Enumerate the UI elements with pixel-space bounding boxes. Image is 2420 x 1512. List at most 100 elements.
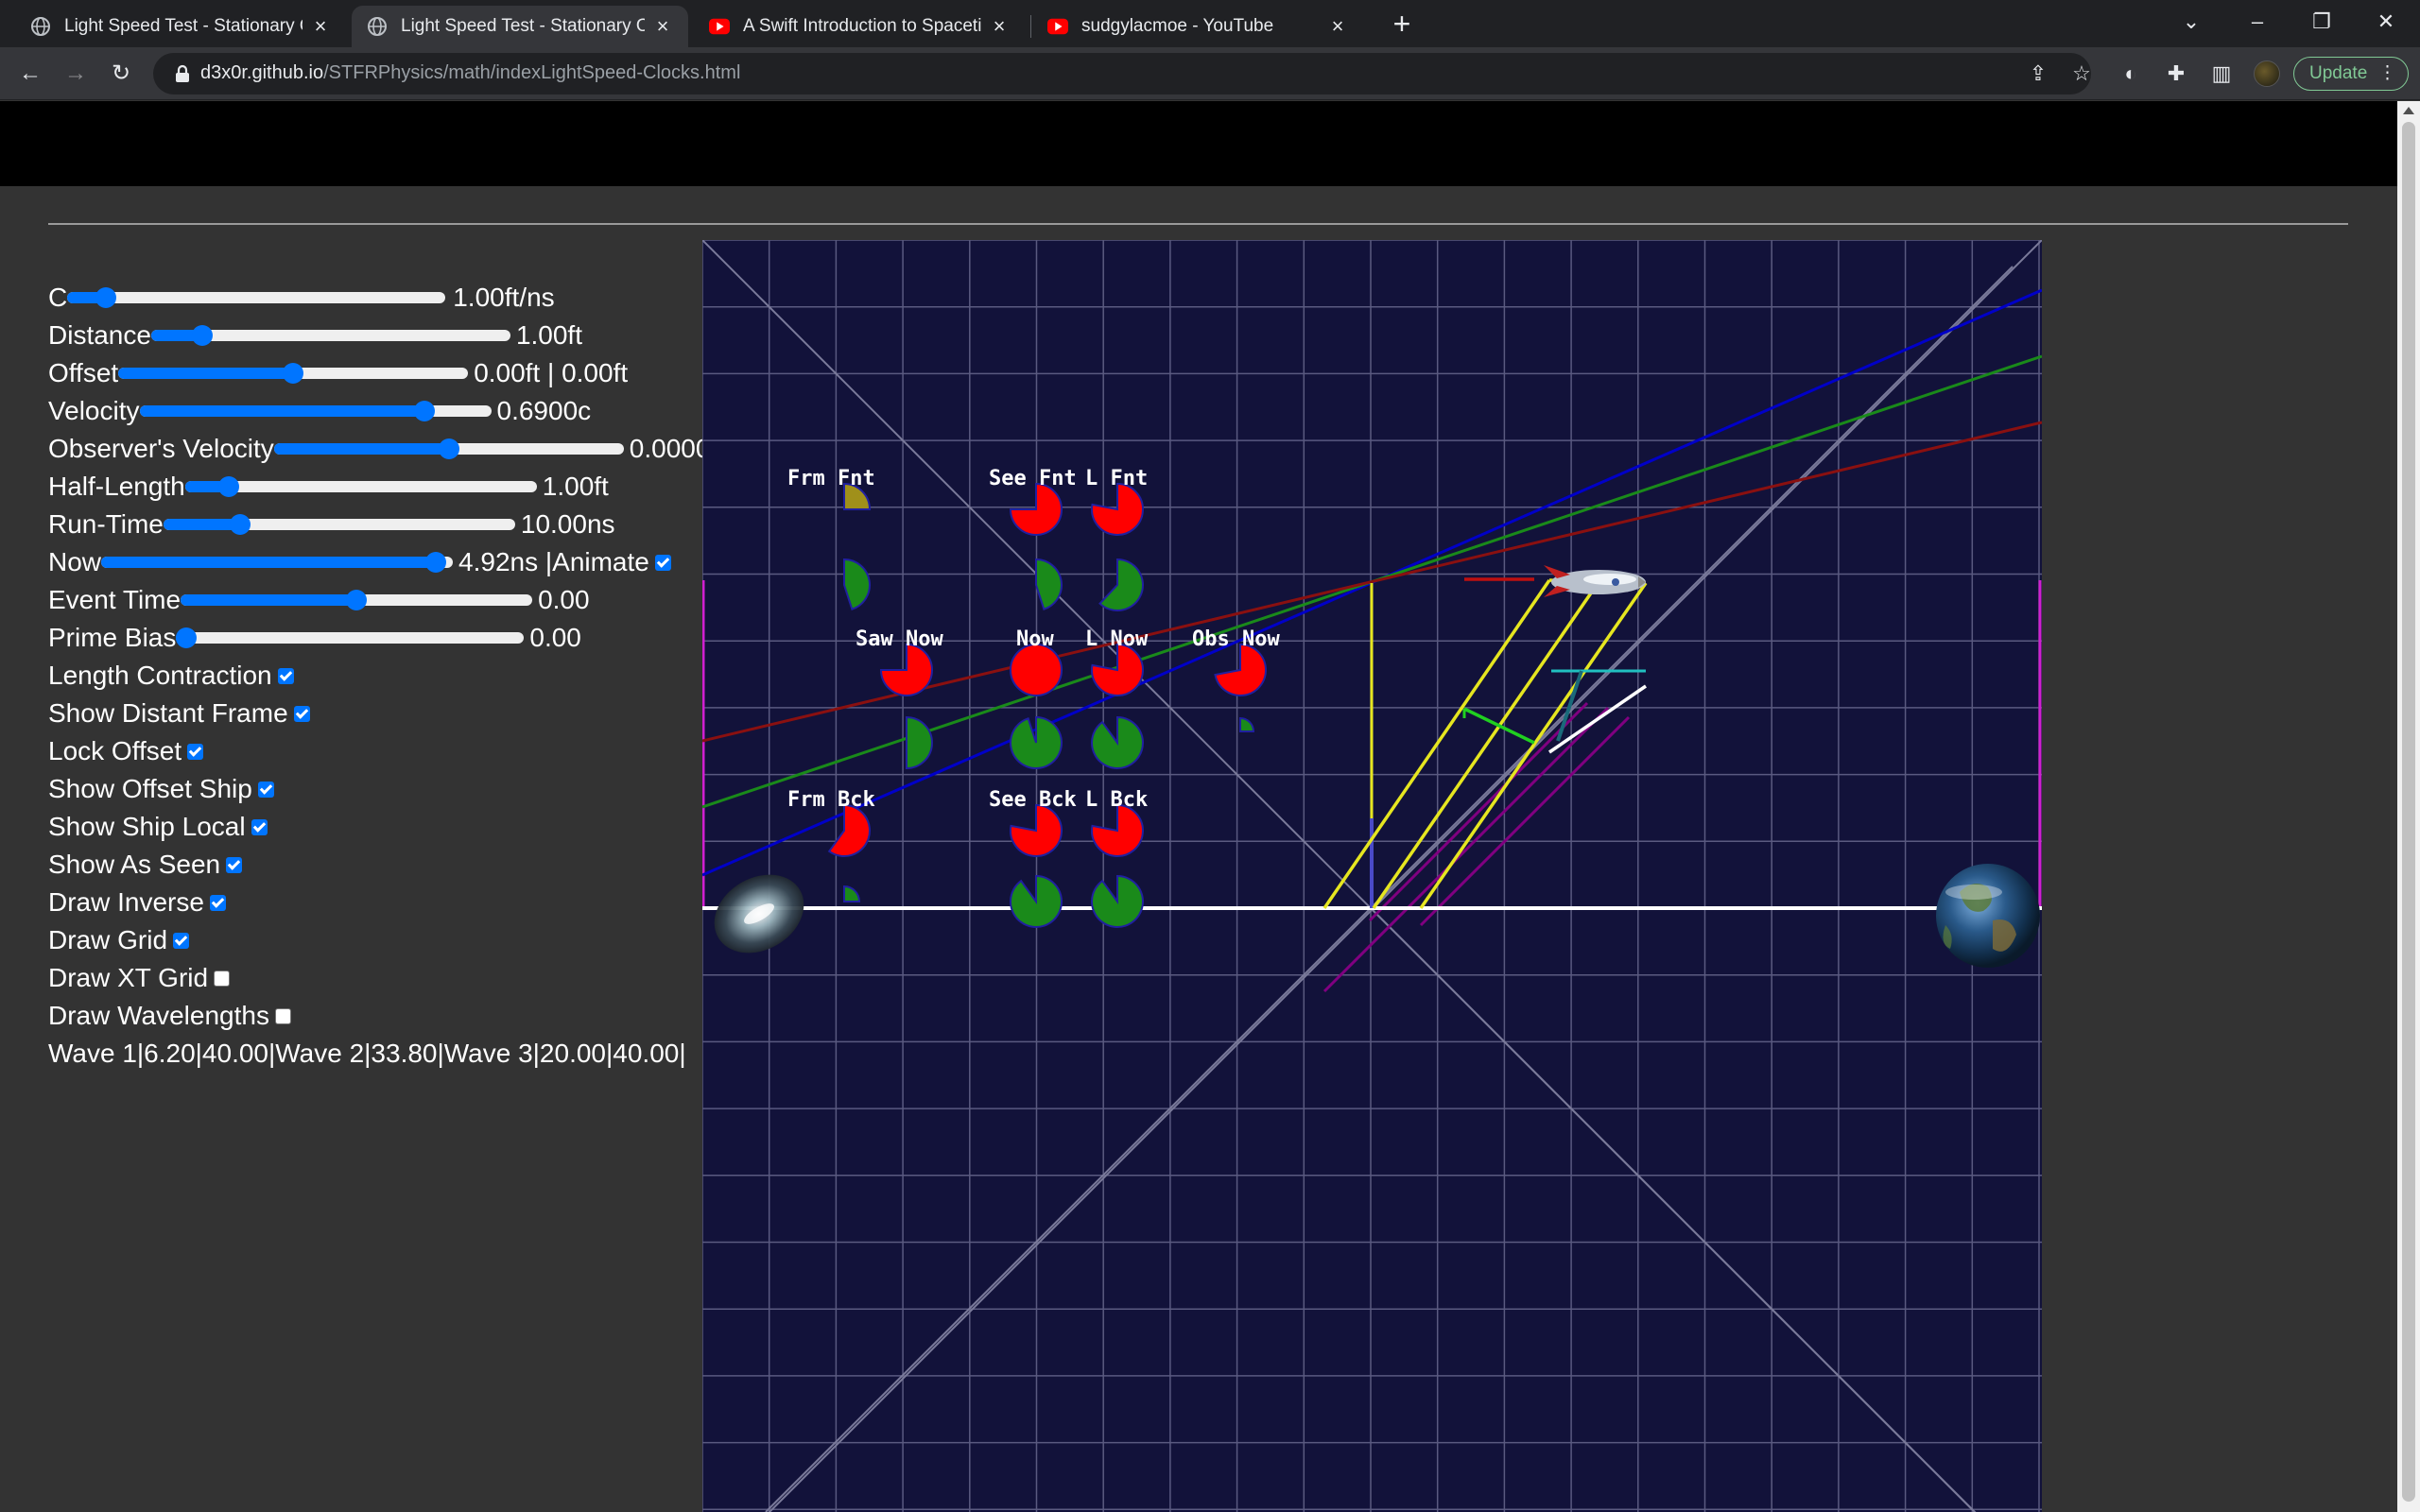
url-host: d3x0r.github.io — [200, 62, 324, 83]
event-time-slider[interactable] — [181, 581, 533, 619]
forward-arrow-icon[interactable]: → — [59, 57, 93, 91]
update-label: Update — [2309, 63, 2368, 83]
tab-separator — [1030, 15, 1031, 38]
show-offset-ship-checkbox[interactable] — [257, 781, 274, 798]
slider-value: 0.6900c — [496, 396, 592, 425]
minimize-icon[interactable]: – — [2238, 6, 2276, 38]
clock-label-frame-back: Frm Bck — [787, 788, 875, 812]
control-velocity: Velocity 0.6900c — [48, 392, 591, 430]
tab-search-icon[interactable]: ⌄ — [2172, 6, 2210, 38]
close-tab-icon[interactable]: × — [1327, 14, 1348, 39]
page-scrollbar[interactable] — [2397, 101, 2420, 1512]
animate-checkbox[interactable] — [654, 554, 671, 571]
option-draw-inverse[interactable]: Draw Inverse — [48, 884, 226, 921]
tab-title: A Swift Introduction to Spacetim — [743, 16, 981, 36]
extension-icon[interactable]: ◐ — [2116, 59, 2146, 89]
offset-slider[interactable] — [118, 354, 469, 392]
profile-avatar[interactable] — [2254, 60, 2280, 87]
url-text[interactable]: d3x0r.github.io/STFRPhysics/math/indexLi… — [200, 62, 740, 84]
clock-frame-back-tick — [843, 885, 861, 902]
clock-saw-now-time — [879, 643, 933, 696]
tab-spacetime-video[interactable]: A Swift Introduction to Spacetim × — [694, 6, 1025, 47]
clock-label-observer-now: Obs Now — [1192, 627, 1280, 651]
bookmark-star-icon[interactable]: ☆ — [2068, 60, 2095, 87]
checkbox-label: Show As Seen — [48, 850, 221, 879]
more-menu-icon[interactable]: ⋮ — [2378, 58, 2396, 90]
show-as-seen-checkbox[interactable] — [226, 856, 243, 873]
scroll-up-arrow-icon[interactable] — [2403, 107, 2414, 114]
close-tab-icon[interactable]: × — [989, 14, 1010, 39]
new-tab-button[interactable]: + — [1386, 8, 1418, 40]
tab-light-speed-2[interactable]: Light Speed Test - Stationary Obs × — [352, 6, 688, 47]
slider-value: 1.00ft/ns — [453, 283, 555, 312]
slider-value: 1.00ft — [515, 320, 582, 350]
clock-observer-now-time — [1214, 643, 1267, 696]
draw-xt-grid-checkbox[interactable] — [214, 970, 231, 987]
show-ship-local-checkbox[interactable] — [251, 818, 268, 835]
option-lock-offset[interactable]: Lock Offset — [48, 732, 204, 770]
lock-offset-checkbox[interactable] — [187, 743, 204, 760]
option-show-as-seen[interactable]: Show As Seen — [48, 846, 243, 884]
lock-icon[interactable] — [172, 63, 193, 84]
slider-label: Prime Bias — [48, 623, 177, 652]
globe-icon — [30, 16, 51, 37]
url-path: /STFRPhysics/math/indexLightSpeed-Clocks… — [323, 62, 741, 83]
back-arrow-icon[interactable]: ← — [13, 57, 47, 91]
slider-value: 4.92ns |Animate — [458, 547, 649, 576]
draw-grid-checkbox[interactable] — [173, 932, 190, 949]
clock-local-now-tick — [1091, 715, 1144, 769]
close-tab-icon[interactable]: × — [310, 14, 331, 39]
clock-see-front-time — [1009, 482, 1063, 536]
puzzle-extensions-icon[interactable]: ✚ — [2161, 59, 2191, 89]
clock-see-back-time — [1010, 803, 1063, 857]
share-icon[interactable]: ⇪ — [2025, 60, 2051, 87]
clock-frame-back-time — [827, 803, 871, 857]
option-show-ship-local[interactable]: Show Ship Local — [48, 808, 268, 846]
scroll-thumb[interactable] — [2402, 122, 2415, 1502]
clock-label-local-front: L Fnt — [1085, 467, 1149, 490]
draw-inverse-checkbox[interactable] — [209, 894, 226, 911]
clock-label-local-back: L Bck — [1085, 788, 1149, 812]
option-draw-grid[interactable]: Draw Grid — [48, 921, 190, 959]
observer-velocity-slider[interactable] — [273, 430, 624, 468]
restore-icon[interactable]: ❐ — [2303, 6, 2341, 38]
wave-settings-text: Wave 1|6.20|40.00|Wave 2|33.80|Wave 3|20… — [48, 1039, 686, 1068]
close-tab-icon[interactable]: × — [652, 14, 673, 39]
slider-label: Now — [48, 547, 102, 576]
option-show-distant-frame[interactable]: Show Distant Frame — [48, 695, 310, 732]
slider-label: Observer's Velocity — [48, 434, 274, 463]
tab-youtube-channel[interactable]: sudgylacmoe - YouTube × — [1032, 6, 1363, 47]
clock-local-back-time — [1091, 803, 1144, 857]
close-window-icon[interactable]: ✕ — [2367, 6, 2405, 38]
distance-slider[interactable] — [150, 317, 510, 354]
velocity-slider[interactable] — [139, 392, 492, 430]
prime-bias-slider[interactable] — [176, 619, 525, 657]
clock-label-see-front: See Fnt — [989, 467, 1077, 490]
control-event-time: Event Time 0.00 — [48, 581, 590, 619]
control-half-length: Half-Length 1.00ft — [48, 468, 609, 506]
length-contraction-checkbox[interactable] — [277, 667, 294, 684]
half-length-slider[interactable] — [184, 468, 537, 506]
clock-label-saw-now: Saw Now — [856, 627, 943, 651]
control-distance: Distance 1.00ft — [48, 317, 582, 354]
update-button[interactable]: Update ⋮ — [2293, 57, 2409, 91]
header-bar — [0, 101, 2397, 186]
show-distant-frame-checkbox[interactable] — [293, 705, 310, 722]
now-slider[interactable] — [101, 543, 454, 581]
side-panel-icon[interactable]: ▥ — [2206, 59, 2237, 89]
tab-light-speed-1[interactable]: Light Speed Test - Stationary Obs × — [15, 6, 346, 47]
option-draw-wavelengths[interactable]: Draw Wavelengths — [48, 997, 291, 1035]
draw-wavelengths-checkbox[interactable] — [274, 1007, 291, 1024]
option-length-contraction[interactable]: Length Contraction — [48, 657, 294, 695]
c-slider[interactable] — [67, 279, 446, 317]
youtube-icon — [1047, 16, 1068, 37]
simulation-canvas[interactable]: Frm Fnt See Fnt L Fnt Saw Now Now L Now … — [702, 240, 2042, 1512]
run-time-slider[interactable] — [163, 506, 515, 543]
option-show-offset-ship[interactable]: Show Offset Ship — [48, 770, 274, 808]
reload-icon[interactable]: ↻ — [104, 57, 138, 91]
clock-label-frame-front: Frm Fnt — [787, 467, 875, 490]
slider-label: Run-Time — [48, 509, 164, 539]
browser-toolbar: ← → ↻ d3x0r.github.io/STFRPhysics/math/i… — [0, 47, 2420, 100]
address-bar[interactable]: d3x0r.github.io/STFRPhysics/math/indexLi… — [153, 53, 2091, 94]
option-draw-xt-grid[interactable]: Draw XT Grid — [48, 959, 231, 997]
